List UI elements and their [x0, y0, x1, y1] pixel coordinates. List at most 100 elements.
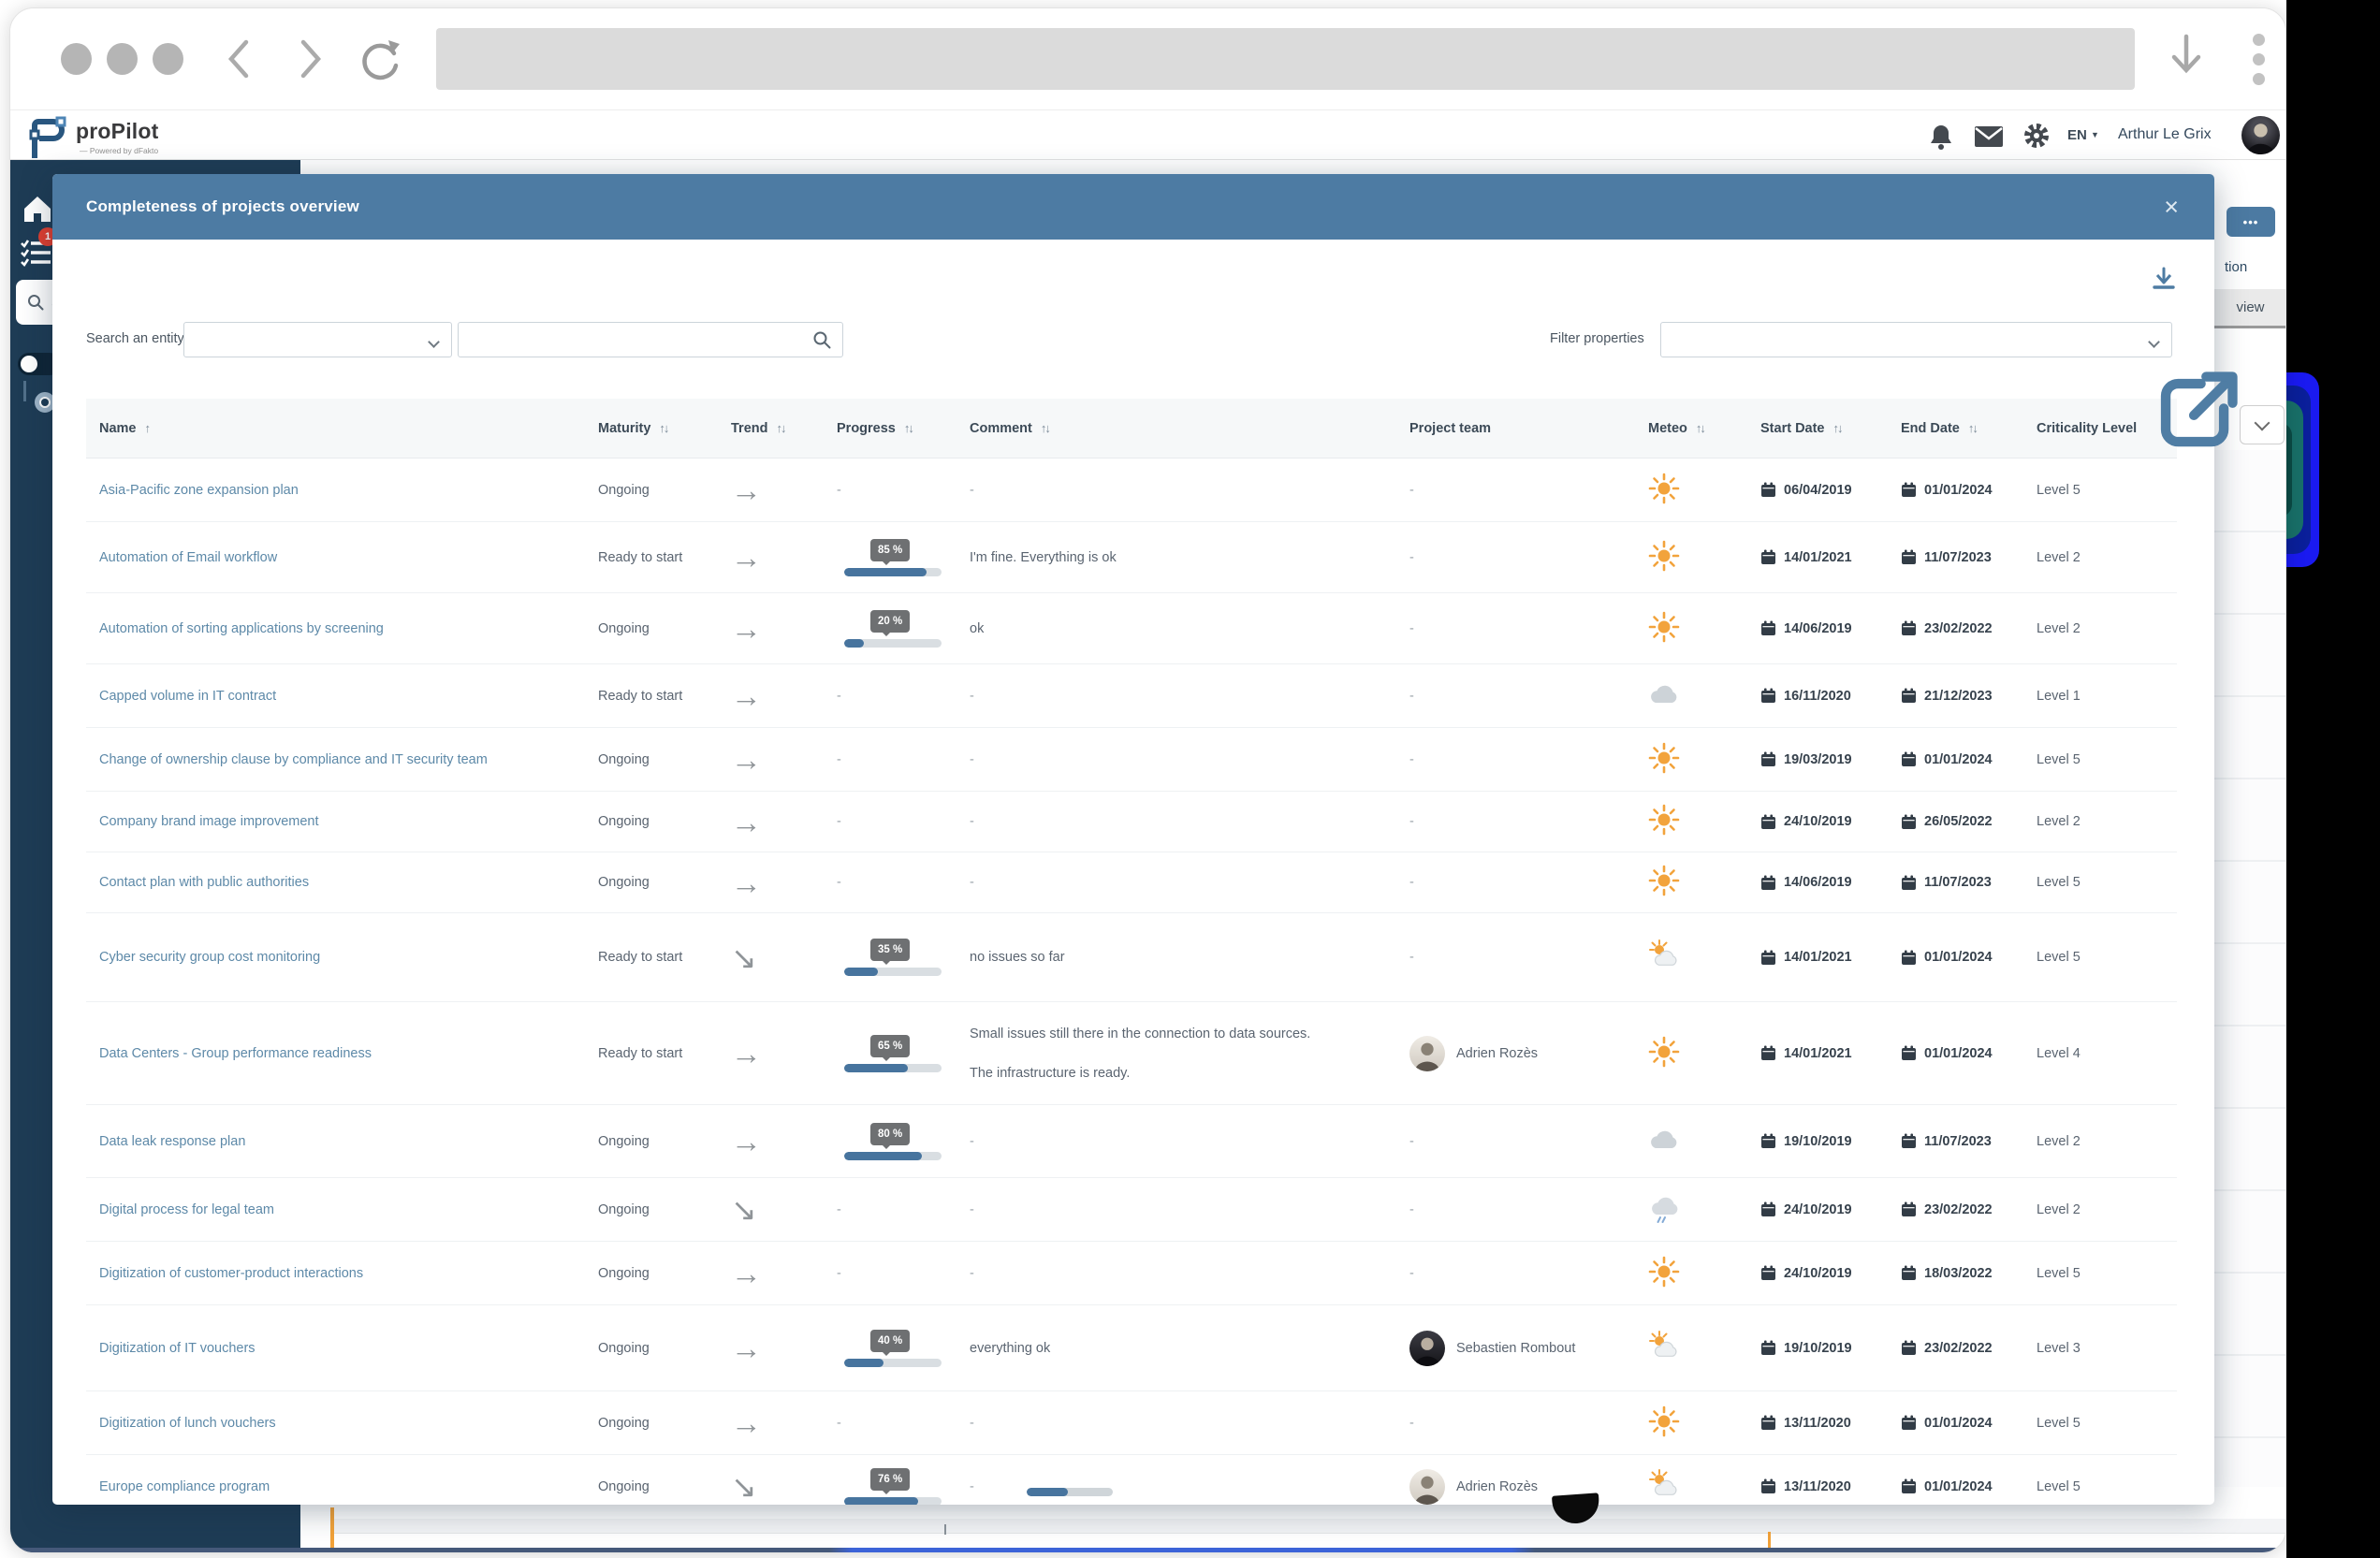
column-header-end-date[interactable]: End Date ↑↓: [1901, 421, 2037, 436]
team-member-avatar: [1409, 1035, 1445, 1071]
project-name-link[interactable]: Data Centers - Group performance readine…: [99, 1046, 372, 1061]
project-name-link[interactable]: Digitization of lunch vouchers: [99, 1416, 276, 1431]
project-name-link[interactable]: Contact plan with public authorities: [99, 875, 309, 890]
empty-value: -: [1409, 1133, 1414, 1149]
user-avatar[interactable]: [2241, 116, 2280, 154]
column-header-comment[interactable]: Comment ↑↓: [970, 421, 1409, 436]
project-name-link[interactable]: Digitization of IT vouchers: [99, 1341, 256, 1356]
cell-name: Data leak response plan: [99, 1134, 598, 1149]
sort-icon[interactable]: ↑↓: [904, 421, 914, 435]
language-selector[interactable]: EN ▼: [2067, 127, 2099, 143]
cell-project-team: -: [1409, 1134, 1648, 1149]
mail-icon[interactable]: [1974, 125, 2004, 148]
project-name-link[interactable]: Capped volume in IT contract: [99, 689, 276, 704]
meteo-sunny-icon: [1648, 1256, 1680, 1287]
empty-value: -: [1409, 549, 1414, 565]
sort-icon[interactable]: ↑↓: [776, 421, 786, 435]
user-name[interactable]: Arthur Le Grix: [2118, 126, 2212, 143]
cell-trend: ↘: [731, 942, 837, 973]
download-icon[interactable]: [2165, 31, 2208, 83]
progress-badge: 80 %: [870, 1122, 911, 1149]
calendar-icon: [1902, 814, 1916, 829]
project-name-link[interactable]: Asia-Pacific zone expansion plan: [99, 483, 299, 498]
meteo-partly-sunny-icon: [1649, 1330, 1677, 1357]
cell-trend: ↘: [731, 1194, 837, 1225]
calendar-icon: [1761, 950, 1775, 965]
overflow-button[interactable]: •••: [2227, 207, 2275, 237]
cell-comment: -: [970, 689, 1409, 704]
window-control-dot[interactable]: [107, 43, 138, 75]
sort-icon[interactable]: ↑↓: [1833, 421, 1844, 435]
sort-icon[interactable]: ↑↓: [1696, 421, 1706, 435]
browser-menu-icon[interactable]: [2253, 34, 2265, 85]
column-label: Progress: [837, 420, 896, 436]
calendar-icon: [1761, 1265, 1775, 1280]
sort-icon[interactable]: ↑: [145, 421, 151, 435]
meteo-sunny-icon: [1648, 742, 1680, 773]
calendar-icon: [1902, 751, 1916, 766]
comment-line: The infrastructure is ready.: [970, 1065, 1131, 1081]
column-header-maturity[interactable]: Maturity ↑↓: [598, 421, 731, 436]
export-download-icon[interactable]: [2151, 266, 2177, 292]
project-name-link[interactable]: Automation of Email workflow: [99, 550, 277, 565]
calendar-icon: [1902, 1265, 1916, 1280]
partial-tab[interactable]: view: [2213, 289, 2285, 328]
trend-flat-icon: →: [731, 1405, 762, 1440]
project-name-link[interactable]: Company brand image improvement: [99, 814, 319, 829]
back-icon[interactable]: [220, 36, 261, 81]
notifications-bell-icon[interactable]: [1927, 123, 1955, 151]
sort-icon[interactable]: ↑↓: [1041, 421, 1051, 435]
close-icon[interactable]: ×: [2164, 194, 2179, 220]
column-header-progress[interactable]: Progress ↑↓: [837, 421, 970, 436]
project-name-link[interactable]: Automation of sorting applications by sc…: [99, 621, 384, 636]
refresh-icon[interactable]: [357, 35, 403, 83]
entity-search-input[interactable]: [458, 322, 843, 357]
table-row: Company brand image improvement Ongoing → -…: [86, 792, 2177, 852]
cell-meteo: [1648, 1192, 1760, 1228]
column-header-trend[interactable]: Trend ↑↓: [731, 421, 837, 436]
calendar-icon: [1761, 875, 1775, 890]
filter-properties-select[interactable]: [1660, 322, 2172, 357]
team-member-name: Sebastien Rombout: [1456, 1340, 1576, 1356]
cell-criticality: Level 5: [2037, 751, 2081, 767]
cell-comment: Small issues still there in the connecti…: [970, 1027, 1409, 1081]
window-control-dot[interactable]: [61, 43, 92, 75]
sort-icon[interactable]: ↑↓: [1968, 421, 1978, 435]
url-bar[interactable]: [436, 28, 2135, 90]
cell-trend: ↘: [731, 1471, 837, 1502]
empty-value: -: [970, 814, 974, 829]
home-icon[interactable]: [22, 194, 53, 224]
table-row: Automation of Email workflow Ready to sta…: [86, 522, 2177, 593]
cell-meteo: [1648, 1330, 1760, 1366]
table-controls: Search an entity Filter properties: [86, 322, 2172, 357]
cell-end-date: 26/05/2022: [1901, 814, 2037, 830]
cell-end-date: 11/07/2023: [1901, 1133, 2037, 1149]
column-header-start-date[interactable]: Start Date ↑↓: [1760, 421, 1901, 436]
settings-gear-icon[interactable]: [2022, 122, 2051, 150]
cell-start-date: 24/10/2019: [1760, 1201, 1901, 1217]
project-name-link[interactable]: Cyber security group cost monitoring: [99, 950, 320, 965]
window-control-dot[interactable]: [153, 43, 183, 75]
screenshot-background: [2286, 0, 2380, 1558]
window-controls[interactable]: [61, 43, 183, 75]
column-label: Comment: [970, 420, 1032, 436]
column-header-meteo[interactable]: Meteo ↑↓: [1648, 421, 1760, 436]
meteo-sunny-icon: [1648, 540, 1680, 571]
collapsed-dropdown[interactable]: [2240, 405, 2285, 444]
project-name-link[interactable]: Europe compliance program: [99, 1479, 270, 1494]
project-name-link[interactable]: Change of ownership clause by compliance…: [99, 752, 488, 767]
horizontal-scrollbar[interactable]: [1027, 1488, 1113, 1496]
empty-value: -: [970, 482, 974, 498]
open-external-icon[interactable]: [2152, 370, 2240, 458]
cell-progress: 35 %: [837, 939, 970, 976]
entity-select[interactable]: [183, 322, 452, 357]
trend-flat-icon: →: [731, 742, 762, 777]
project-name-link[interactable]: Data leak response plan: [99, 1134, 245, 1149]
cell-criticality: Level 1: [2037, 688, 2081, 704]
column-header-name[interactable]: Name ↑: [99, 421, 598, 436]
sort-icon[interactable]: ↑↓: [659, 421, 669, 435]
project-name-link[interactable]: Digitization of customer-product interac…: [99, 1266, 363, 1281]
calendar-icon: [1902, 688, 1916, 703]
project-name-link[interactable]: Digital process for legal team: [99, 1202, 274, 1217]
forward-icon[interactable]: [288, 36, 329, 81]
